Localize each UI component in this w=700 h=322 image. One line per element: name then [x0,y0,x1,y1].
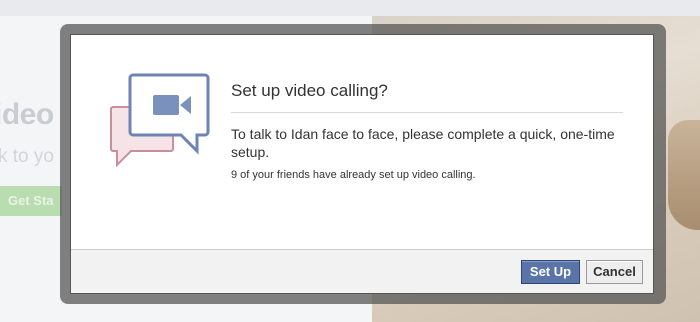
dialog-body: Set up video calling? To talk to Idan fa… [71,35,653,249]
background-subtext: k to yo [0,146,54,167]
friends-note: 9 of your friends have already set up vi… [231,169,476,181]
dialog-footer: Set Up Cancel [71,249,653,293]
background-get-started-button: Get Sta [0,186,62,216]
video-call-icon [110,73,210,168]
title-divider [231,112,623,113]
dialog-overlay-frame: Set up video calling? To talk to Idan fa… [60,24,666,304]
background-photo-subject [668,120,700,230]
background-top-bar [0,0,700,16]
dialog-title: Set up video calling? [231,81,388,100]
dialog-message: To talk to Idan face to face, please com… [231,126,615,160]
background-heading: ideo [0,98,54,131]
cancel-button[interactable]: Cancel [586,260,643,284]
set-up-button[interactable]: Set Up [521,260,580,284]
video-calling-dialog: Set up video calling? To talk to Idan fa… [70,34,654,294]
